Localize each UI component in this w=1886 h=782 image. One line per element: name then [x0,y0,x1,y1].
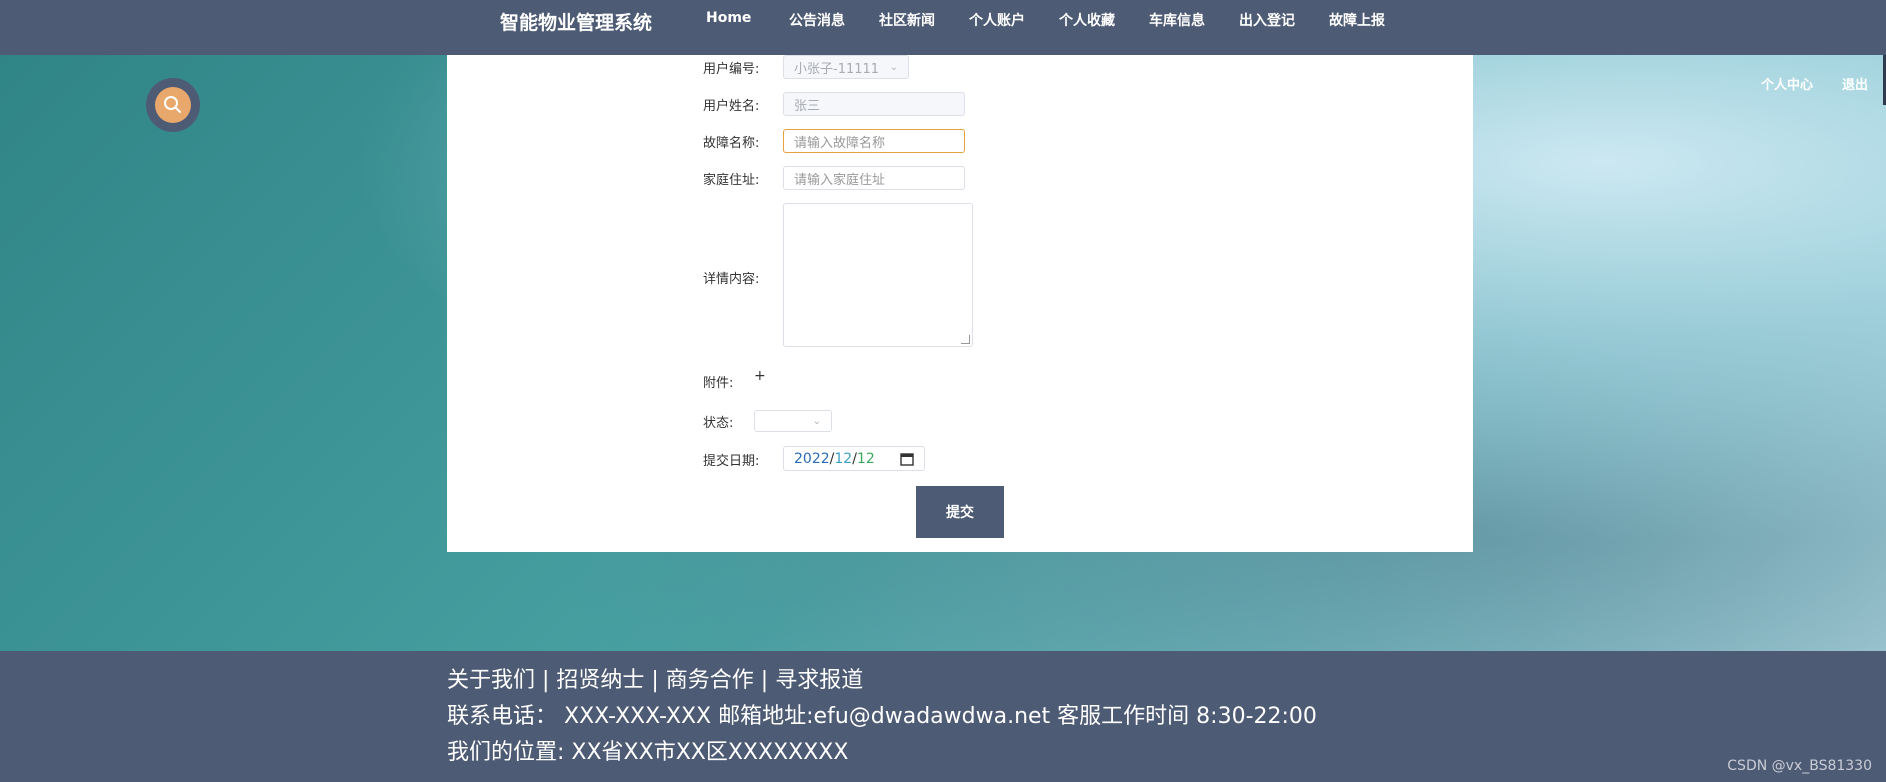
user-id-value: 小张子-11111 [794,61,880,77]
user-id-label: 用户编号: [703,62,760,77]
attachment-add-button[interactable]: + [754,368,766,384]
search-icon [164,96,181,113]
fault-name-input[interactable]: 请输入故障名称 [783,129,965,153]
detail-textarea[interactable] [783,203,973,347]
address-placeholder: 请输入家庭住址 [794,172,886,188]
chevron-down-icon: ⌄ [889,61,898,73]
nav-announcements[interactable]: 公告消息 [789,10,845,30]
user-name-value: 张三 [794,98,821,114]
user-id-select[interactable]: 小张子-11111 ⌄ [783,55,909,79]
address-label: 家庭住址: [703,173,760,188]
date-month: 12 [834,450,853,467]
site-title: 智能物业管理系统 [500,12,653,34]
search-icon-bg [155,87,191,123]
submit-button[interactable]: 提交 [916,486,1004,538]
status-label: 状态: [703,416,734,431]
top-navbar: 智能物业管理系统 Home 公告消息 社区新闻 个人账户 个人收藏 车库信息 出… [0,0,1886,55]
nav-home[interactable]: Home [706,10,751,26]
attachment-label: 附件: [703,376,734,391]
status-select[interactable]: ⌄ [754,410,832,432]
fault-name-placeholder: 请输入故障名称 [794,135,886,151]
nav-garage-info[interactable]: 车库信息 [1149,10,1205,30]
search-button[interactable] [146,78,200,132]
logout-link[interactable]: 退出 [1842,74,1868,93]
chevron-down-icon: ⌄ [812,415,821,427]
user-name-field[interactable]: 张三 [783,92,965,116]
footer-location: 我们的位置: XX省XX市XX区XXXXXXXX [447,740,849,765]
date-label: 提交日期: [703,454,760,469]
nav-fault-report[interactable]: 故障上报 [1329,10,1385,30]
resize-handle[interactable] [961,335,970,344]
nav-favorites[interactable]: 个人收藏 [1059,10,1115,30]
user-name-label: 用户姓名: [703,99,760,114]
nav-community-news[interactable]: 社区新闻 [879,10,935,30]
watermark: CSDN @vx_BS81330 [1727,758,1872,774]
footer-contact: 联系电话： XXX-XXX-XXX 邮箱地址:efu@dwadawdwa.net… [447,704,1317,729]
personal-center-link[interactable]: 个人中心 [1761,74,1813,93]
footer-links: 关于我们 | 招贤纳士 | 商务合作 | 寻求报道 [447,668,864,693]
date-year: 2022 [794,450,830,467]
fault-name-label: 故障名称: [703,136,760,151]
address-input[interactable]: 请输入家庭住址 [783,166,965,190]
date-day: 12 [856,450,875,467]
calendar-icon[interactable] [900,452,914,466]
detail-label: 详情内容: [703,272,760,287]
fault-report-form: 用户编号: 小张子-11111 ⌄ 用户姓名: 张三 故障名称: 请输入故障名称… [447,55,1473,552]
nav-entry-registration[interactable]: 出入登记 [1239,10,1295,30]
submit-date-input[interactable]: 2022 / 12 / 12 [783,446,925,471]
nav-personal-account[interactable]: 个人账户 [969,10,1025,30]
